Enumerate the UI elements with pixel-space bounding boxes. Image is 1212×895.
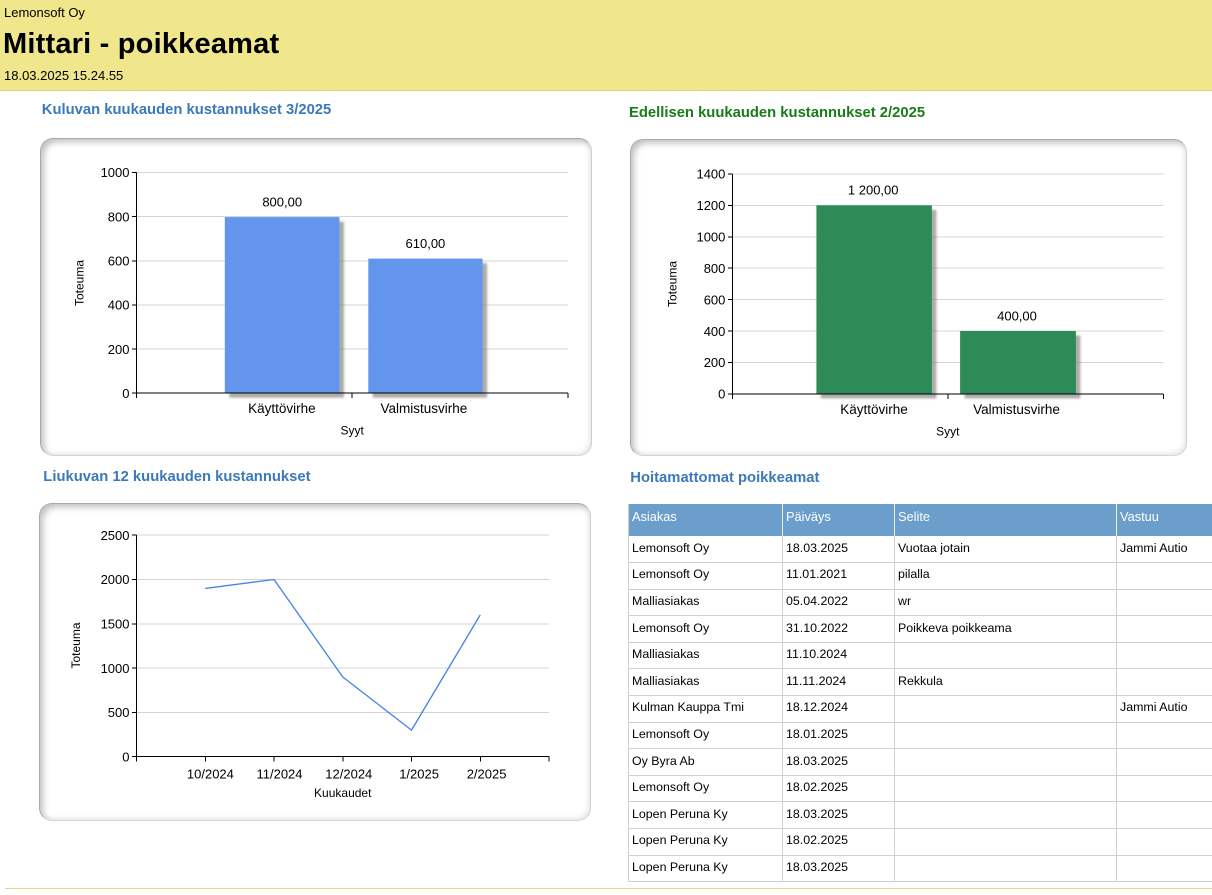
svg-text:1500: 1500 [101, 616, 130, 631]
svg-text:Syyt: Syyt [340, 424, 364, 438]
svg-text:2500: 2500 [101, 527, 130, 542]
svg-text:0: 0 [122, 386, 129, 401]
svg-text:1000: 1000 [101, 165, 130, 180]
svg-text:200: 200 [108, 342, 130, 357]
svg-text:1000: 1000 [101, 660, 130, 675]
svg-text:Toteuma: Toteuma [69, 622, 83, 668]
svg-text:Toteuma: Toteuma [73, 260, 87, 306]
svg-text:Syyt: Syyt [936, 424, 960, 438]
svg-text:10/2024: 10/2024 [187, 766, 234, 781]
svg-text:Toteuma: Toteuma [666, 260, 680, 306]
svg-text:0: 0 [718, 386, 725, 401]
svg-text:2000: 2000 [101, 572, 130, 587]
svg-text:800: 800 [704, 260, 726, 275]
svg-text:800,00: 800,00 [262, 195, 302, 210]
svg-text:500: 500 [108, 705, 130, 720]
svg-text:12/2024: 12/2024 [325, 766, 372, 781]
svg-text:Valmistusvirhe: Valmistusvirhe [973, 401, 1060, 416]
svg-text:600: 600 [108, 253, 130, 268]
svg-text:2/2025: 2/2025 [467, 766, 507, 781]
svg-text:1/2025: 1/2025 [399, 766, 439, 781]
svg-text:400: 400 [108, 298, 130, 313]
svg-text:Käyttövirhe: Käyttövirhe [840, 401, 908, 416]
svg-text:0: 0 [122, 749, 129, 764]
svg-text:610,00: 610,00 [406, 236, 446, 251]
svg-text:400,00: 400,00 [997, 308, 1037, 323]
svg-text:11/2024: 11/2024 [256, 766, 302, 781]
svg-text:1400: 1400 [696, 166, 725, 181]
svg-text:200: 200 [704, 355, 726, 370]
svg-text:Valmistusvirhe: Valmistusvirhe [381, 401, 468, 416]
svg-text:1200: 1200 [696, 198, 725, 213]
svg-text:Kuukaudet: Kuukaudet [314, 786, 372, 800]
svg-text:800: 800 [108, 209, 130, 224]
svg-text:1000: 1000 [696, 229, 725, 244]
svg-text:Käyttövirhe: Käyttövirhe [248, 401, 316, 416]
svg-text:1 200,00: 1 200,00 [848, 182, 899, 197]
svg-text:400: 400 [704, 323, 726, 338]
svg-text:600: 600 [704, 292, 726, 307]
